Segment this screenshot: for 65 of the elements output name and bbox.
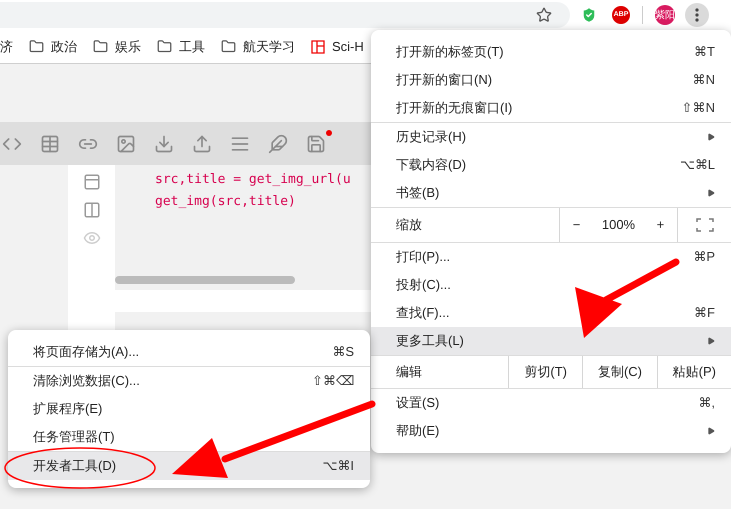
shortcut-label: ⌘,	[698, 394, 715, 412]
folder-icon	[221, 39, 236, 54]
shortcut-label: ⌥⌘L	[680, 156, 715, 174]
menu-item[interactable]: 打开新的无痕窗口(I) ⇧⌘N	[371, 94, 731, 122]
menu-item[interactable]: 查找(F)... ⌘F	[371, 299, 731, 327]
menu-item[interactable]: 历史记录(H)	[371, 123, 731, 151]
edit-action-button[interactable]: 剪切(T)	[508, 356, 582, 388]
fullscreen-icon[interactable]	[696, 218, 714, 232]
menu-item[interactable]: 帮助(E)	[371, 417, 731, 445]
folder-icon	[29, 39, 44, 54]
menu-item[interactable]: 任务管理器(T)	[8, 423, 370, 451]
menu-item[interactable]: 下载内容(D) ⌥⌘L	[371, 151, 731, 179]
menu-item[interactable]: 清除浏览数据(C)... ⇧⌘⌫	[8, 367, 370, 395]
edit-action-button[interactable]: 粘贴(P)	[656, 356, 731, 388]
bookmark-item[interactable]: Sci-H	[311, 36, 364, 56]
menu-item[interactable]: 投射(C)...	[371, 271, 731, 299]
profile-avatar[interactable]: 紫阳	[655, 5, 675, 25]
shortcut-label: ⌥⌘I	[322, 457, 354, 476]
download-icon[interactable]	[154, 134, 174, 154]
shortcut-label: ⌘S	[332, 343, 354, 362]
shortcut-label: ⌘T	[694, 43, 715, 62]
shortcut-label: ⌘F	[694, 304, 715, 322]
feather-icon[interactable]	[268, 134, 288, 154]
upload-icon[interactable]	[192, 134, 212, 154]
site-icon	[311, 40, 325, 54]
table-icon[interactable]	[40, 134, 60, 154]
bookmark-item[interactable]: 政治	[29, 36, 77, 56]
shortcut-label: ⇧⌘N	[682, 99, 715, 118]
folder-icon	[157, 39, 172, 54]
zoom-value: 100%	[602, 216, 636, 234]
submenu-arrow-icon	[707, 337, 715, 345]
shortcut-label: ⌘P	[693, 248, 715, 266]
folder-icon	[93, 39, 108, 54]
code-line: get_img(src,title)	[155, 193, 296, 211]
zoom-out-button[interactable]: −	[568, 215, 584, 235]
code-line: src,title = get_img_url(u	[155, 171, 351, 189]
bookmark-item[interactable]: 娱乐	[93, 36, 141, 56]
edit-action-button[interactable]: 复制(C)	[582, 356, 657, 388]
menu-item[interactable]: 书签(B)	[371, 179, 731, 207]
menu-item[interactable]: 打印(P)... ⌘P	[371, 243, 731, 271]
save-icon[interactable]	[306, 134, 326, 154]
zoom-label: 缩放	[395, 216, 423, 234]
menu-item[interactable]: 打开新的窗口(N) ⌘N	[371, 66, 731, 94]
edit-label: 编辑	[395, 363, 423, 382]
menu-item[interactable]: 更多工具(L)	[371, 327, 731, 355]
menu-item[interactable]: 打开新的标签页(T) ⌘T	[371, 38, 731, 66]
submenu-arrow-icon	[707, 133, 715, 141]
split-view-icon[interactable]	[82, 201, 100, 219]
panel-icon[interactable]	[82, 173, 100, 191]
bookmark-item[interactable]: 工具	[157, 36, 205, 56]
menu-item[interactable]: 设置(S) ⌘,	[371, 389, 731, 417]
menu-icon	[695, 8, 699, 22]
shortcut-label: ⇧⌘⌫	[312, 372, 354, 390]
menu-item[interactable]: 扩展程序(E)	[8, 395, 370, 423]
menu-item[interactable]: 将页面存储为(A)... ⌘S	[8, 338, 370, 366]
bookmark-item[interactable]: 航天学习	[221, 36, 295, 56]
zoom-in-button[interactable]: +	[652, 215, 668, 235]
shortcut-label: ⌘N	[692, 71, 715, 90]
submenu-arrow-icon	[707, 189, 715, 197]
preview-icon[interactable]	[82, 229, 100, 247]
bookmark-item[interactable]: 济	[0, 36, 13, 56]
bookmark-star-icon[interactable]	[536, 7, 552, 23]
image-icon[interactable]	[116, 134, 136, 154]
menu-button[interactable]	[685, 3, 709, 27]
submenu-arrow-icon	[707, 427, 715, 435]
